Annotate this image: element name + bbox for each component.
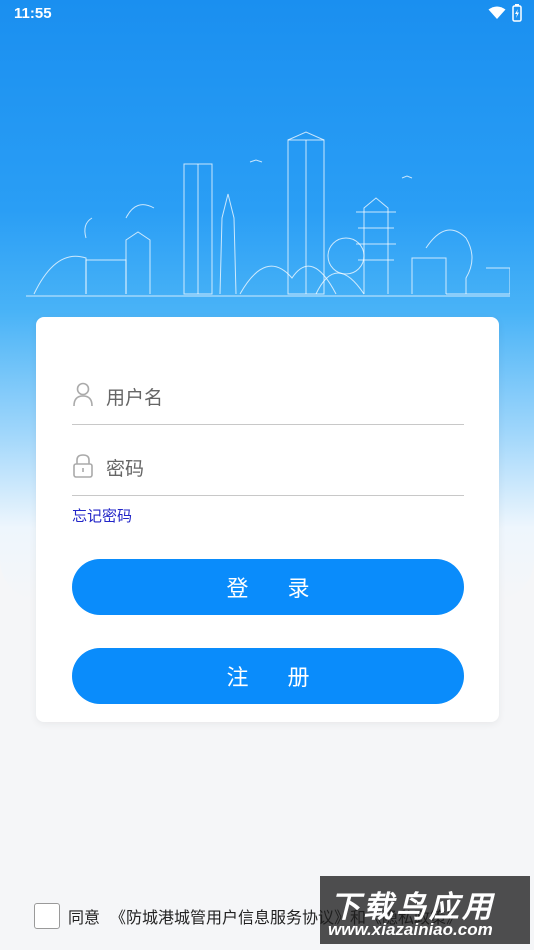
register-button[interactable]: 注 册 <box>72 648 464 704</box>
login-card: 忘记密码 登 录 注 册 <box>36 317 499 722</box>
status-time: 11:55 <box>14 5 52 22</box>
user-icon <box>73 382 93 407</box>
city-skyline-illustration <box>26 131 510 297</box>
password-input[interactable] <box>104 451 458 487</box>
username-input[interactable] <box>104 380 458 416</box>
battery-icon <box>512 4 522 22</box>
watermark: 下载鸟应用 www.xiazainiao.com <box>320 876 530 944</box>
agreement-prefix: 同意 <box>68 908 101 927</box>
wifi-icon <box>488 6 506 19</box>
agreement-checkbox[interactable] <box>34 903 60 929</box>
login-button[interactable]: 登 录 <box>72 559 464 615</box>
status-bar: 11:55 <box>0 0 534 28</box>
watermark-url: www.xiazainiao.com <box>328 920 493 939</box>
forgot-password-link[interactable]: 忘记密码 <box>72 505 132 526</box>
password-field <box>72 443 464 496</box>
status-icons <box>488 4 522 22</box>
username-field <box>72 372 464 425</box>
lock-icon <box>73 454 93 478</box>
